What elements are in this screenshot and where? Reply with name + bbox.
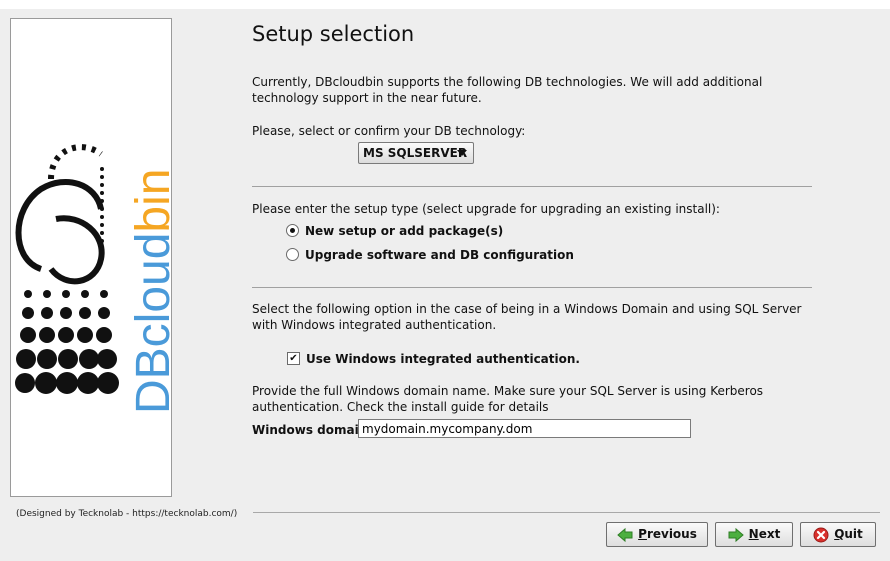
- dbcloudbin-logo: DBcloudbin: [15, 144, 173, 415]
- db-technology-select[interactable]: MS SQLSERVER: [358, 142, 474, 164]
- red-x-icon: [813, 527, 829, 542]
- radio-label-new-setup: New setup or add package(s): [305, 224, 504, 238]
- footer-separator: [253, 512, 880, 513]
- next-button[interactable]: Next: [715, 522, 793, 547]
- green-arrow-left-icon: [617, 527, 633, 542]
- db-technology-value: MS SQLSERVER: [363, 146, 468, 160]
- separator: [252, 287, 812, 288]
- windows-auth-checkbox-row[interactable]: ✔ Use Windows integrated authentication.: [287, 351, 580, 367]
- dropdown-arrow-icon: [457, 150, 467, 156]
- windows-auth-label: Use Windows integrated authentication.: [306, 352, 580, 366]
- windows-auth-checkbox[interactable]: ✔: [287, 352, 300, 365]
- logo-panel: DBcloudbin: [10, 18, 173, 497]
- radio-button[interactable]: [286, 248, 299, 261]
- windows-auth-prompt: Select the following option in the case …: [252, 302, 802, 332]
- quit-button[interactable]: Quit: [800, 522, 876, 547]
- separator: [252, 186, 812, 187]
- intro-text: Currently, DBcloudbin supports the follo…: [252, 75, 763, 105]
- radio-button-selected[interactable]: [286, 224, 299, 237]
- green-arrow-right-icon: [728, 527, 744, 542]
- setup-type-prompt: Please enter the setup type (select upgr…: [252, 202, 720, 216]
- radio-label-upgrade: Upgrade software and DB configuration: [305, 248, 574, 262]
- previous-button[interactable]: Previous: [606, 522, 708, 547]
- window-top-strip: [0, 0, 890, 9]
- domain-prompt: Provide the full Windows domain name. Ma…: [252, 384, 764, 414]
- footer-credit: (Designed by Tecknolab - https://tecknol…: [16, 509, 238, 519]
- page-title: Setup selection: [252, 22, 415, 46]
- svg-text:DBcloudbin: DBcloudbin: [127, 169, 173, 415]
- next-label: Next: [748, 527, 781, 541]
- windows-domain-input[interactable]: [358, 419, 691, 438]
- windows-domain-label: Windows domain:: [252, 423, 373, 437]
- db-prompt: Please, select or confirm your DB techno…: [252, 124, 526, 138]
- radio-upgrade[interactable]: Upgrade software and DB configuration: [286, 247, 574, 263]
- radio-new-setup[interactable]: New setup or add package(s): [286, 223, 503, 239]
- quit-label: Quit: [834, 527, 863, 541]
- previous-label: Previous: [638, 527, 697, 541]
